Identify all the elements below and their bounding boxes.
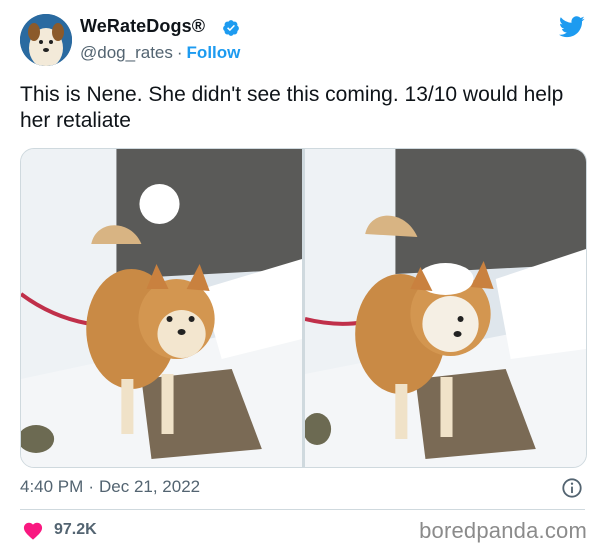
handle-separator: · — [176, 43, 183, 62]
like-count: 97.2K — [54, 521, 97, 538]
twitter-bird-icon[interactable] — [559, 16, 585, 38]
tweet-timestamp[interactable]: 4:40 PM · Dec 21, 2022 — [20, 477, 200, 497]
like-button[interactable]: 97.2K — [22, 520, 97, 540]
tweet-text: This is Nene. She didn't see this coming… — [20, 83, 564, 132]
dog-photo-before — [21, 149, 302, 467]
avatar[interactable] — [20, 14, 72, 66]
divider — [20, 509, 585, 510]
dog-photo-after — [305, 149, 586, 467]
watermark: boredpanda.com — [419, 518, 587, 543]
info-icon[interactable] — [561, 477, 583, 499]
photo-before[interactable] — [21, 149, 302, 467]
heart-icon — [23, 522, 43, 540]
photo-after[interactable] — [305, 149, 586, 467]
tweet-card: WeRateDogs® @dog_rates · Follow This is Ne… — [0, 0, 605, 555]
timestamp-separator: · — [88, 477, 94, 496]
handle[interactable]: @dog_rates — [80, 43, 173, 62]
display-name[interactable]: WeRateDogs® — [80, 16, 205, 37]
handle-row: @dog_rates · Follow — [80, 43, 240, 63]
follow-button[interactable]: Follow — [187, 43, 241, 62]
verified-badge-icon — [223, 20, 239, 36]
tweet-media[interactable] — [20, 148, 587, 468]
tweet-date: Dec 21, 2022 — [98, 477, 201, 496]
tweet-time: 4:40 PM — [20, 477, 84, 496]
